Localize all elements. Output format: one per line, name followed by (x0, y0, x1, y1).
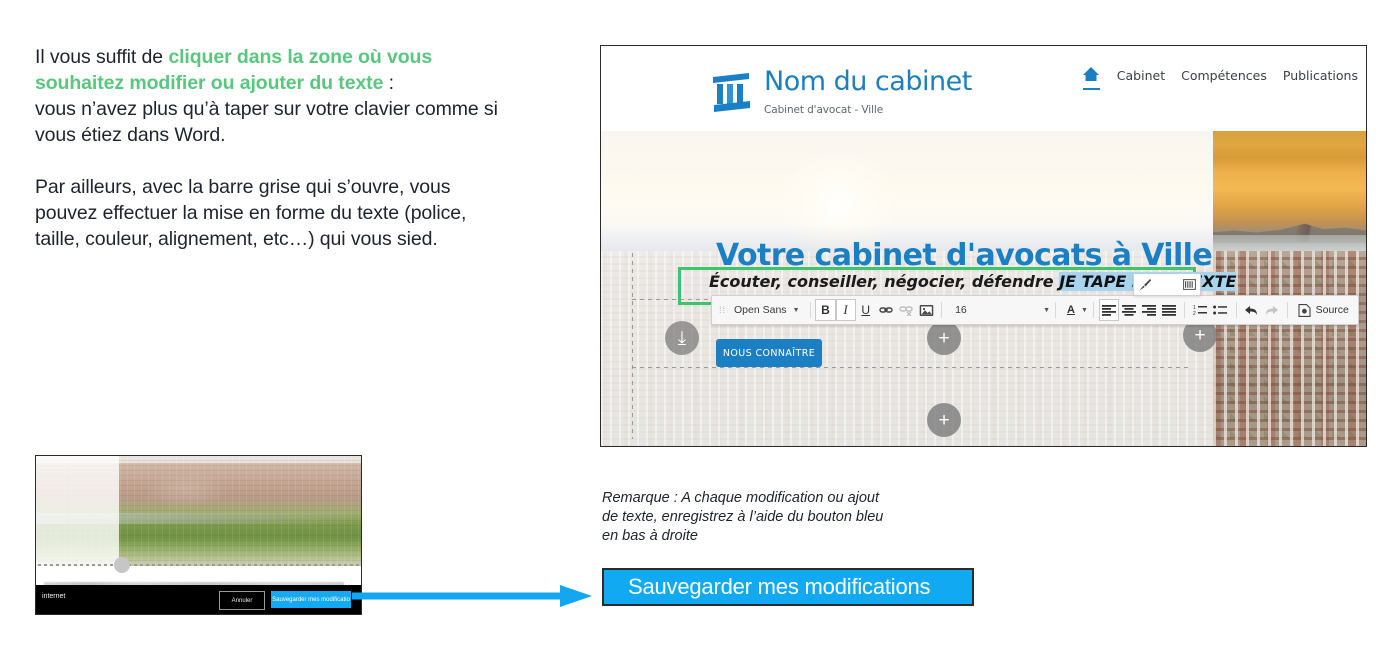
save-modifications-button[interactable]: Sauvegarder mes modifications (602, 568, 974, 606)
font-size-select[interactable]: 16 (947, 299, 1013, 321)
hero-add-block-bottom-icon[interactable]: + (927, 403, 961, 437)
toolbar-separator (809, 302, 811, 318)
nav-item-cabinet[interactable]: Cabinet (1117, 64, 1165, 83)
source-button[interactable]: Source (1293, 299, 1354, 321)
remark-text: Remarque : A chaque modification ou ajou… (602, 489, 1002, 546)
nav-item-publications[interactable]: Publications (1283, 64, 1358, 83)
website-preview: Nom du cabinet Cabinet d'avocat - Ville … (600, 45, 1367, 447)
hero-cta-button[interactable]: NOUS CONNAÎTRE (716, 339, 822, 367)
site-nav: Cabinet Compétences Publications (1081, 64, 1358, 90)
law-column-icon (713, 73, 750, 112)
undo-icon[interactable] (1241, 299, 1261, 321)
image-icon[interactable] (916, 299, 936, 321)
chevron-down-icon[interactable]: ▼ (1043, 307, 1050, 314)
svg-text:2: 2 (1193, 311, 1196, 316)
thumbnail-cancel-button[interactable]: Annuler (219, 591, 265, 610)
link-icon[interactable] (876, 299, 896, 321)
align-right-icon[interactable] (1139, 299, 1159, 321)
thumbnail-status-label: internet (42, 593, 66, 600)
toolbar-separator (1092, 302, 1094, 318)
brand-tagline: Cabinet d'avocat - Ville (764, 104, 884, 116)
font-family-value: Open Sans (734, 304, 787, 316)
brand-name: Nom du cabinet (764, 66, 972, 97)
thumbnail-move-handle-icon (114, 557, 130, 573)
bold-label: B (821, 303, 830, 317)
right-arrow-icon (352, 585, 592, 607)
bulleted-list-icon[interactable] (1210, 299, 1230, 321)
block-guide-vertical (632, 249, 633, 439)
hero-move-handle-icon[interactable]: ⤓ (665, 321, 699, 355)
brush-icon[interactable] (1138, 278, 1152, 292)
source-code-icon (1298, 303, 1311, 317)
source-label: Source (1315, 304, 1349, 316)
italic-label: I (843, 302, 848, 317)
nav-item-home[interactable] (1081, 64, 1101, 90)
grid-icon[interactable] (1183, 278, 1196, 291)
instruction-paragraph-2: Par ailleurs, avec la barre grise qui s’… (35, 176, 467, 250)
thumbnail-dashed-guide (38, 564, 359, 566)
brand-block: Nom du cabinet Cabinet d'avocat - Ville (764, 65, 972, 116)
thumbnail-fade-overlay (36, 456, 119, 566)
instruction-paragraph-1: Il vous suffit de cliquer dans la zone o… (35, 44, 505, 148)
instruction-rest: vous n’avez plus qu’à taper sur votre cl… (35, 98, 498, 146)
underline-icon[interactable]: U (856, 299, 876, 321)
home-icon (1082, 67, 1099, 81)
hero-subtitle-static: Écouter, conseiller, négocier, défendre (709, 272, 1060, 291)
chevron-down-icon: ▼ (792, 306, 800, 314)
thumbnail-save-button[interactable]: Sauvegarder mes modificatio (271, 591, 351, 608)
site-header: Nom du cabinet Cabinet d'avocat - Ville … (601, 46, 1366, 132)
editor-toolbar: ⁞⁞ Open Sans ▼ B I U 16 ▼ A ▼ 1 2 Source (711, 295, 1359, 325)
bold-icon[interactable]: B (815, 299, 836, 321)
numbered-list-icon[interactable]: 12 (1190, 299, 1210, 321)
inline-edit-mini-panel (1133, 274, 1201, 296)
unlink-icon[interactable] (896, 299, 916, 321)
underline-label: U (861, 303, 871, 317)
remark-line-2: de texte, enregistrez à l’aide du bouton… (602, 509, 884, 525)
text-color-icon[interactable]: A (1061, 299, 1081, 321)
instruction-lead: Il vous suffit de (35, 46, 169, 68)
hero-add-block-left-icon[interactable]: + (927, 321, 961, 355)
instructions-block: Il vous suffit de cliquer dans la zone o… (35, 44, 505, 252)
font-family-select[interactable]: Open Sans ▼ (729, 299, 804, 321)
block-guide-horizontal-2 (632, 367, 1192, 368)
nav-active-underline (1082, 88, 1100, 90)
remark-line-3: en bas à droite (602, 528, 698, 544)
align-center-icon[interactable] (1119, 299, 1139, 321)
remark-line-1: Remarque : A chaque modification ou ajou… (602, 490, 880, 506)
drag-grip-icon[interactable]: ⁞⁞ (716, 305, 729, 315)
instruction-colon: : (383, 72, 394, 94)
chevron-down-icon[interactable]: ▼ (1081, 307, 1088, 314)
nav-item-competences[interactable]: Compétences (1181, 64, 1267, 83)
align-left-icon[interactable] (1098, 299, 1120, 321)
toolbar-separator (1184, 302, 1186, 318)
toolbar-separator (1235, 302, 1237, 318)
italic-icon[interactable]: I (835, 299, 856, 321)
text-color-label: A (1067, 303, 1075, 316)
toolbar-separator (941, 302, 943, 318)
align-justify-icon[interactable] (1159, 299, 1179, 321)
redo-icon[interactable] (1262, 299, 1282, 321)
thumbnail-screenshot: internet Annuler Sauvegarder mes modific… (35, 455, 362, 615)
toolbar-separator (1055, 302, 1056, 318)
thumbnail-bottom-bar: internet Annuler Sauvegarder mes modific… (36, 585, 361, 614)
font-size-value: 16 (955, 304, 967, 316)
toolbar-separator (1286, 302, 1288, 318)
